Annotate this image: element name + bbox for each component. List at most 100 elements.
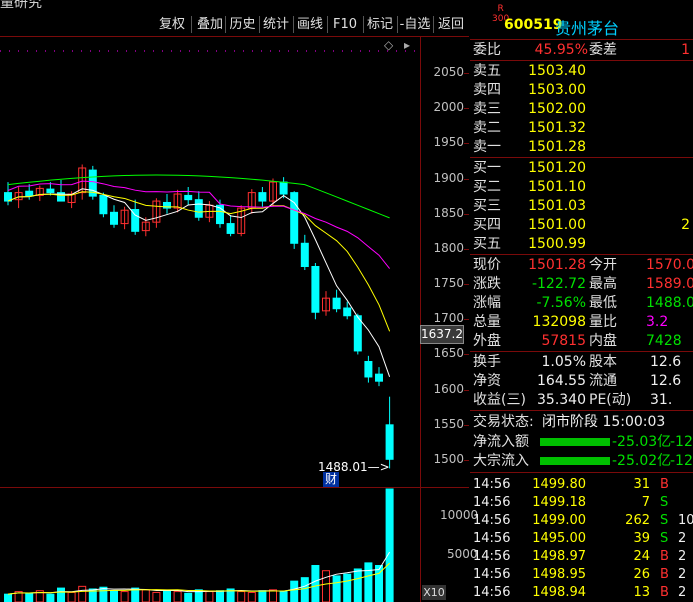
stat-label: 现价 xyxy=(473,257,501,273)
stat-value: 1.05% xyxy=(541,354,586,370)
tick-volume: 7 xyxy=(641,495,650,510)
draw-line-button[interactable]: 画线 xyxy=(293,14,327,36)
stat-row: 涨幅 -7.56% 最低 1488.0 xyxy=(470,294,693,313)
price-axis-label: 1850 xyxy=(433,205,464,220)
current-price-tag: 1637.2 xyxy=(420,325,464,344)
price-axis-label: 1950 xyxy=(433,135,464,150)
stat-label: 涨幅 xyxy=(473,295,501,311)
volume-bar xyxy=(163,590,171,602)
volume-bar xyxy=(237,591,246,602)
ask-label: 卖一 xyxy=(473,139,501,155)
volume-bar xyxy=(173,591,182,602)
tick-volume: 26 xyxy=(633,567,650,582)
flow-value: -25.03亿 xyxy=(612,434,672,450)
stat-value: 1589.0 xyxy=(646,276,693,292)
weicha-label: 委差 xyxy=(589,42,617,58)
axis-tick xyxy=(464,73,469,74)
candle-body xyxy=(290,192,299,244)
volume-bar xyxy=(184,592,193,602)
tick-time: 14:56 xyxy=(473,531,511,546)
flow-bar xyxy=(540,457,610,465)
bid-row: 买五 1500.99 xyxy=(470,235,693,254)
flow-row: 净流入额 -25.03亿 -12 xyxy=(470,433,693,452)
axis-tick xyxy=(464,143,469,145)
stat-label: 内盘 xyxy=(589,333,617,349)
volume-bar xyxy=(67,591,76,602)
volume-bar xyxy=(216,590,224,602)
watchlist-button[interactable]: -自选 xyxy=(397,14,433,36)
volume-bar xyxy=(269,589,277,602)
weicha-value: 1 xyxy=(681,42,690,58)
stat-value: -122.72 xyxy=(531,276,586,292)
tick-volume: 31 xyxy=(633,477,650,492)
candle-body xyxy=(300,242,309,267)
quote-header: R 300 600519 贵州茅台 xyxy=(470,0,693,39)
volume-bar xyxy=(120,591,129,602)
stat-label: 总量 xyxy=(473,314,501,330)
axis-tick xyxy=(464,178,469,180)
divider xyxy=(470,60,693,61)
price-axis-label: 1500 xyxy=(433,452,464,466)
stat-label: PE(动) xyxy=(589,392,632,408)
price-axis-label: 1650 xyxy=(433,346,464,361)
window-title: 量研究 xyxy=(0,0,42,11)
finance-marker[interactable]: 财 xyxy=(323,472,339,487)
stat-label: 涨跌 xyxy=(473,276,501,292)
fuquan-button[interactable]: 复权 xyxy=(153,14,191,36)
tick-time: 14:56 xyxy=(473,495,511,510)
tick-extra: 2 xyxy=(678,531,687,546)
price-axis-label: 1550 xyxy=(433,416,464,431)
ask-label: 卖二 xyxy=(473,120,501,136)
stat-label: 最低 xyxy=(589,295,617,311)
tick-extra: 2 xyxy=(678,567,687,582)
stat-label: 股本 xyxy=(589,354,617,370)
tick-extra: 2 xyxy=(678,549,687,564)
candle-body xyxy=(184,194,193,201)
ask-label: 卖三 xyxy=(473,101,501,117)
stat-label: 外盘 xyxy=(473,333,501,349)
stat-value: 1501.28 xyxy=(528,257,586,273)
stat-label: 流通 xyxy=(589,373,617,389)
candle-body xyxy=(110,211,118,225)
chart-toolbar: 量研究 复权 叠加 历史 统计 画线 F10 标记 -自选 返回 xyxy=(0,0,469,37)
tick-side: B xyxy=(660,549,669,564)
tick-time: 14:56 xyxy=(473,567,511,582)
divider xyxy=(470,254,693,255)
ask-price: 1502.00 xyxy=(528,101,586,117)
candle-body xyxy=(25,190,34,197)
axis-tick xyxy=(464,460,469,461)
tick-time: 14:56 xyxy=(473,477,511,492)
ask-price: 1503.00 xyxy=(528,82,586,98)
volume-bar xyxy=(78,585,87,602)
bid-label: 买四 xyxy=(473,217,501,233)
tick-volume: 13 xyxy=(633,585,650,600)
volume-bar xyxy=(57,587,65,602)
axis-tick xyxy=(464,389,469,391)
ask-price: 1501.32 xyxy=(528,120,586,136)
tick-side: B xyxy=(660,477,669,492)
bid-price: 1501.10 xyxy=(528,179,586,195)
stat-row: 总量 132098 量比 3.2 xyxy=(470,313,693,332)
bid-label: 买一 xyxy=(473,160,501,176)
kline-chart[interactable] xyxy=(0,37,420,602)
bid-row: 买四 1501.00 2 xyxy=(470,216,693,235)
f10-button[interactable]: F10 xyxy=(327,14,363,36)
mark-button[interactable]: 标记 xyxy=(363,14,397,36)
candle-body xyxy=(332,297,341,310)
stat-value: 1570.0 xyxy=(646,257,693,273)
stat-value: 3.2 xyxy=(646,314,669,330)
tick-volume: 262 xyxy=(625,513,650,528)
stat-value: 1488.0 xyxy=(646,295,693,311)
volume-unit-badge: X10 xyxy=(422,585,446,600)
volume-bar xyxy=(258,590,267,602)
price-axis-label: 1750 xyxy=(433,276,464,291)
tick-price: 1495.00 xyxy=(532,531,586,546)
tick-side: S xyxy=(660,495,669,510)
history-button[interactable]: 历史 xyxy=(225,14,260,36)
price-axis-label: 2050 xyxy=(433,65,464,79)
stat-label: 量比 xyxy=(589,314,617,330)
back-button[interactable]: 返回 xyxy=(434,14,468,36)
stats-button[interactable]: 统计 xyxy=(259,14,293,36)
tick-side: S xyxy=(660,513,669,528)
overlay-button[interactable]: 叠加 xyxy=(191,14,229,36)
